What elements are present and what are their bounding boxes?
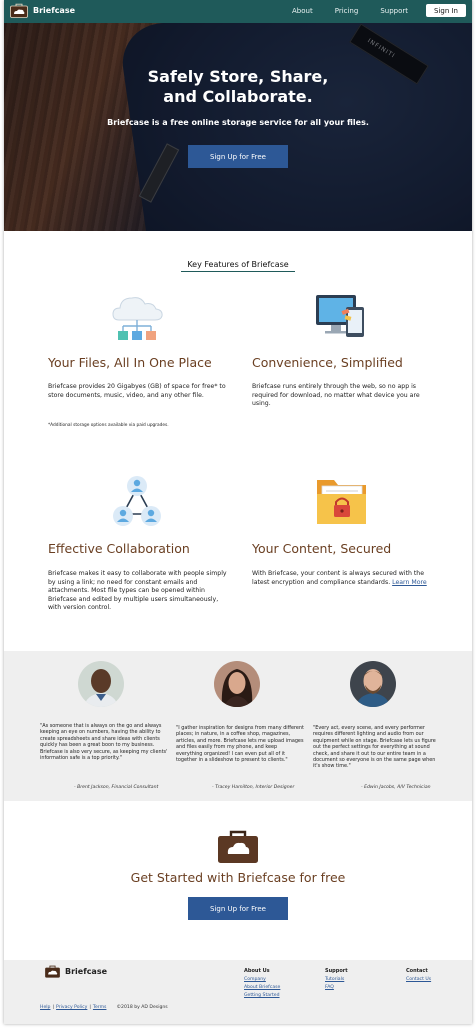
hero-subtitle: Briefcase is a free online storage servi… xyxy=(107,118,369,127)
hero-title: Safely Store, Share, and Collaborate. xyxy=(4,67,472,107)
footer-support-heading: Support xyxy=(325,968,348,974)
feature-1-note: *Additional storage options available vi… xyxy=(48,423,169,428)
feature-4-title: Your Content, Secured xyxy=(252,541,392,556)
footer-contact-heading: Contact xyxy=(406,968,428,974)
avatar-tracey-image xyxy=(214,661,260,707)
footer-col-contact: Contact Contact Us xyxy=(406,968,431,985)
testimonials-section: "As someone that is always on the go and… xyxy=(4,651,472,801)
testimonial-2-quote: "I gather inspiration for designs from m… xyxy=(176,725,304,764)
footer-link-about-briefcase[interactable]: About Briefcase xyxy=(244,985,280,990)
footer-briefcase-icon xyxy=(45,965,60,978)
footer-link-getting-started[interactable]: Getting Started xyxy=(244,993,280,998)
footer-logo[interactable]: Briefcase xyxy=(44,965,107,978)
avatar-tracey xyxy=(214,661,260,707)
footer-link-privacy[interactable]: Privacy Policy xyxy=(56,1005,87,1010)
navbar: Briefcase About Pricing Support Sign In xyxy=(4,0,472,23)
nav-link-pricing[interactable]: Pricing xyxy=(335,7,359,15)
footer-link-tutorials[interactable]: Tutorials xyxy=(325,977,348,982)
testimonial-3-quote: "Every act, every scene, and every perfo… xyxy=(313,725,436,770)
secure-folder-icon xyxy=(317,480,366,524)
brand-name: Briefcase xyxy=(33,6,76,15)
footer-about-heading: About Us xyxy=(244,968,270,974)
feature-1-text: Briefcase provides 20 Gigabyes (GB) of s… xyxy=(48,383,226,399)
testimonial-1-author: - Brent Jackson, Financial Consultant xyxy=(74,785,159,790)
cta-signup-button[interactable]: Sign Up for Free xyxy=(188,897,288,920)
devices-icon xyxy=(316,295,364,337)
feature-4-text: With Briefcase, your content is always s… xyxy=(252,570,434,587)
features-heading-text: Key Features of Briefcase xyxy=(181,260,295,272)
footer: Briefcase About Us Company About Briefca… xyxy=(4,960,472,1024)
hero-overlay xyxy=(4,23,472,231)
nav-links: About Pricing Support Sign In xyxy=(270,4,466,17)
feature-3-text: Briefcase makes it easy to collaborate w… xyxy=(48,570,227,612)
footer-col-support: Support Tutorials FAQ xyxy=(325,968,348,993)
hero-signup-button[interactable]: Sign Up for Free xyxy=(188,145,288,168)
sign-in-button[interactable]: Sign In xyxy=(426,4,466,17)
feature-1-title: Your Files, All In One Place xyxy=(48,355,212,370)
footer-link-faq[interactable]: FAQ xyxy=(325,985,348,990)
briefcase-logo-icon xyxy=(10,3,28,18)
nav-link-about[interactable]: About xyxy=(292,7,313,15)
hero-title-line2: and Collaborate. xyxy=(163,87,313,106)
testimonial-3-author: - Edwin Jacobs, A/V Technician xyxy=(361,785,431,790)
feature-2-text: Briefcase runs entirely through the web,… xyxy=(252,383,420,408)
hero-title-line1: Safely Store, Share, xyxy=(147,67,329,86)
footer-bottom: Help | Privacy Policy | Terms ©2018 by A… xyxy=(40,1005,168,1010)
footer-link-terms[interactable]: Terms xyxy=(93,1005,107,1010)
hero-banner: INFINITI Safely Store, Share, and Collab… xyxy=(4,23,472,231)
cta-title: Get Started with Briefcase for free xyxy=(130,870,346,885)
features-heading: Key Features of Briefcase xyxy=(4,252,472,272)
avatar-edwin xyxy=(350,661,396,707)
footer-link-help[interactable]: Help xyxy=(40,1005,50,1010)
footer-separator: | xyxy=(52,1005,55,1010)
footer-copyright: ©2018 by AD Designs xyxy=(116,1005,168,1010)
logo[interactable]: Briefcase xyxy=(10,3,75,18)
learn-more-link[interactable]: Learn More xyxy=(392,579,427,586)
feature-3-title: Effective Collaboration xyxy=(48,541,190,556)
cloud-network-icon xyxy=(112,297,163,340)
avatar-brent xyxy=(78,661,124,707)
footer-col-about: About Us Company About Briefcase Getting… xyxy=(244,968,280,1001)
feature-2-title: Convenience, Simplified xyxy=(252,355,403,370)
avatar-edwin-image xyxy=(350,661,396,707)
testimonial-1-quote: "As someone that is always on the go and… xyxy=(40,723,168,762)
collaboration-icon xyxy=(113,476,161,526)
page: Briefcase About Pricing Support Sign In … xyxy=(4,0,472,1024)
nav-link-support[interactable]: Support xyxy=(380,7,408,15)
footer-link-contact-us[interactable]: Contact Us xyxy=(406,977,431,982)
footer-brand-name: Briefcase xyxy=(65,967,108,976)
footer-link-company[interactable]: Company xyxy=(244,977,280,982)
footer-separator: | xyxy=(89,1005,91,1010)
briefcase-icon xyxy=(218,830,258,863)
avatar-brent-image xyxy=(78,661,124,707)
testimonial-2-author: - Tracey Hamilton, Interior Designer xyxy=(212,785,295,790)
